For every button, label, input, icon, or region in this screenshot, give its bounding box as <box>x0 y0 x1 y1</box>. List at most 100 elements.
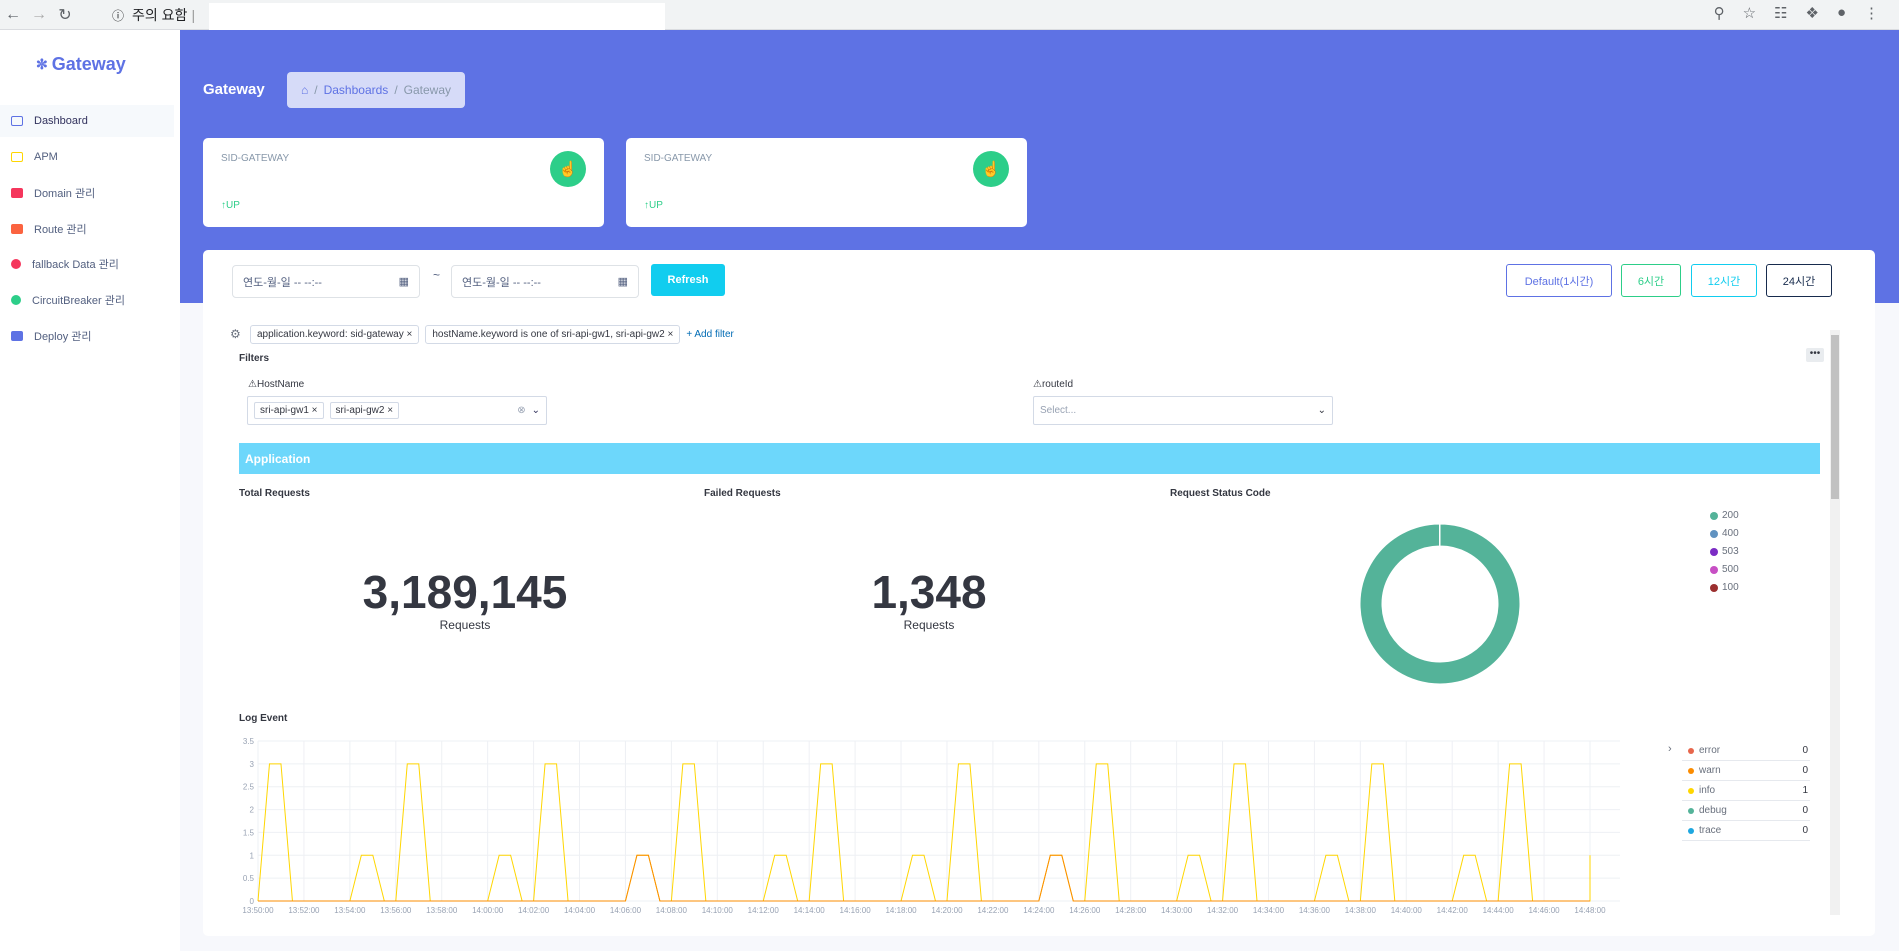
page-title: Gateway <box>203 81 265 98</box>
hostname-chip[interactable]: sri-api-gw1 × <box>254 402 324 419</box>
kibana-filter-bar: ⚙ application.keyword: sid-gateway × hos… <box>230 324 734 344</box>
x-tick-label: 14:08:00 <box>656 906 688 915</box>
y-tick-label: 2 <box>250 806 255 815</box>
sidebar-item-label: Route 관리 <box>34 224 87 236</box>
range-default-button[interactable]: Default(1시간) <box>1506 264 1612 297</box>
calendar-icon[interactable]: ▦ <box>618 275 628 288</box>
failed-requests-title: Failed Requests <box>704 488 781 499</box>
start-date-input[interactable]: 연도-월-일 -- --:-- ▦ <box>232 265 420 298</box>
legend-item-400[interactable]: 400 <box>1710 528 1739 539</box>
sidebar-item-fallback[interactable]: fallback Data 관리 <box>0 248 174 280</box>
sidebar-item-label: fallback Data 관리 <box>32 259 119 271</box>
clear-icon[interactable]: ⊗ <box>517 405 525 416</box>
sidebar-item-deploy[interactable]: Deploy 관리 <box>0 320 174 352</box>
sidebar-item-label: CircuitBreaker 관리 <box>32 295 125 307</box>
x-tick-label: 14:10:00 <box>702 906 734 915</box>
browser-toolbar: ← → ↻ ⓘ 주의 요함 | ⚲ ☆ ☷ ❖ ● ⋮ <box>0 0 1899 39</box>
x-tick-label: 13:56:00 <box>380 906 412 915</box>
x-tick-label: 13:58:00 <box>426 906 458 915</box>
x-tick-label: 14:18:00 <box>885 906 917 915</box>
refresh-button[interactable]: Refresh <box>651 264 725 296</box>
sidebar-item-apm[interactable]: APM <box>0 141 174 173</box>
log-event-chart: 0 0.5 1 1.5 2 2.5 3 3.5 13:50:00 13:52:00 13:54:00… <box>242 737 1620 915</box>
x-tick-label: 14:40:00 <box>1391 906 1423 915</box>
x-tick-label: 14:00:00 <box>472 906 504 915</box>
sidebar-item-label: Domain 관리 <box>34 188 96 200</box>
legend-row-warn[interactable]: warn 0 <box>1682 761 1810 781</box>
sidebar-item-route[interactable]: Route 관리 <box>0 213 174 245</box>
sidebar-item-label: Deploy 관리 <box>34 331 92 343</box>
total-requests-unit: Requests <box>439 618 491 632</box>
pie-slice-200[interactable] <box>1359 523 1521 685</box>
legend-row-trace[interactable]: trace 0 <box>1682 821 1810 841</box>
range-6h-button[interactable]: 6시간 <box>1621 264 1681 297</box>
calendar-icon[interactable]: ▦ <box>399 275 409 288</box>
breadcrumb-gateway: Gateway <box>403 83 452 97</box>
puzzle-icon[interactable]: ❖ <box>1805 4 1818 22</box>
x-tick-label: 14:28:00 <box>1115 906 1147 915</box>
application-section-header: Application <box>239 443 1820 474</box>
brand-logo[interactable]: ✼ Gateway <box>36 54 126 75</box>
reload-icon[interactable]: ↻ <box>52 5 78 25</box>
menu-icon[interactable]: ⋮ <box>1864 4 1879 22</box>
x-tick-label: 14:06:00 <box>610 906 642 915</box>
hostname-label: ⚠HostName <box>248 379 305 390</box>
back-arrow-icon[interactable]: ← <box>0 6 26 24</box>
home-icon[interactable]: ⌂ <box>301 83 308 97</box>
x-tick-label: 14:14:00 <box>794 906 826 915</box>
x-tick-label: 13:52:00 <box>288 906 320 915</box>
panel-options-icon[interactable]: ••• <box>1806 348 1824 362</box>
deploy-icon <box>11 331 23 341</box>
profile-icon[interactable]: ● <box>1837 4 1846 22</box>
filters-title: Filters <box>239 353 270 364</box>
range-24h-button[interactable]: 24시간 <box>1766 264 1832 297</box>
x-tick-label: 14:46:00 <box>1528 906 1560 915</box>
extension-icon[interactable]: ☷ <box>1774 4 1787 22</box>
range-12h-button[interactable]: 12시간 <box>1691 264 1757 297</box>
card-label: SID-GATEWAY <box>221 153 290 164</box>
failed-requests-unit: Requests <box>903 618 955 632</box>
status-card: SID-GATEWAY ↑UP ☝ <box>203 138 604 227</box>
x-tick-label: 14:22:00 <box>977 906 1009 915</box>
x-tick-label: 14:34:00 <box>1253 906 1285 915</box>
chevron-down-icon[interactable]: ⌄ <box>1318 405 1326 416</box>
total-requests-title: Total Requests <box>239 488 310 499</box>
hostname-chip[interactable]: sri-api-gw2 × <box>329 402 400 419</box>
x-tick-label: 14:30:00 <box>1161 906 1193 915</box>
filter-pill[interactable]: hostName.keyword is one of sri-api-gw1, … <box>425 324 681 344</box>
add-filter-link[interactable]: + Add filter <box>686 329 734 340</box>
chevron-down-icon[interactable]: ⌄ <box>532 405 540 416</box>
bookmark-star-icon[interactable]: ☆ <box>1743 4 1756 22</box>
hand-pointer-icon[interactable]: ☝ <box>550 151 586 187</box>
embed-scrollbar-thumb[interactable] <box>1831 335 1839 499</box>
y-tick-label: 3 <box>250 760 255 769</box>
sidebar-item-circuitbreaker[interactable]: CircuitBreaker 관리 <box>0 284 174 316</box>
status-card: SID-GATEWAY ↑UP ☝ <box>626 138 1027 227</box>
gear-icon[interactable]: ⚙ <box>230 327 244 341</box>
legend-item-100[interactable]: 100 <box>1710 582 1739 593</box>
routeid-label: ⚠routeId <box>1033 379 1074 390</box>
legend-item-503[interactable]: 503 <box>1710 546 1739 557</box>
y-tick-label: 0 <box>250 897 255 906</box>
chevron-right-icon[interactable]: › <box>1668 743 1672 755</box>
legend-row-info[interactable]: info 1 <box>1682 781 1810 801</box>
card-label: SID-GATEWAY <box>644 153 713 164</box>
sidebar-item-domain[interactable]: Domain 관리 <box>0 177 174 209</box>
zoom-icon[interactable]: ⚲ <box>1714 4 1725 22</box>
legend-row-debug[interactable]: debug 0 <box>1682 801 1810 821</box>
hostname-combobox[interactable]: sri-api-gw1 × sri-api-gw2 × ⊗ ⌄ <box>247 396 547 425</box>
breadcrumb: ⌂ / Dashboards / Gateway <box>287 72 466 108</box>
domain-icon <box>11 188 23 198</box>
routeid-select[interactable]: Select... ⌄ <box>1033 396 1333 425</box>
filter-pill[interactable]: application.keyword: sid-gateway × <box>250 324 420 344</box>
legend-row-error[interactable]: error 0 <box>1682 741 1810 761</box>
hand-pointer-icon[interactable]: ☝ <box>973 151 1009 187</box>
x-tick-label: 14:16:00 <box>840 906 872 915</box>
y-tick-label: 1 <box>250 851 255 860</box>
legend-item-500[interactable]: 500 <box>1710 564 1739 575</box>
legend-item-200[interactable]: 200 <box>1710 510 1739 521</box>
forward-arrow-icon[interactable]: → <box>26 6 52 24</box>
breadcrumb-dashboards[interactable]: Dashboards <box>324 83 389 97</box>
end-date-input[interactable]: 연도-월-일 -- --:-- ▦ <box>451 265 639 298</box>
sidebar-item-dashboard[interactable]: Dashboard <box>0 105 174 137</box>
